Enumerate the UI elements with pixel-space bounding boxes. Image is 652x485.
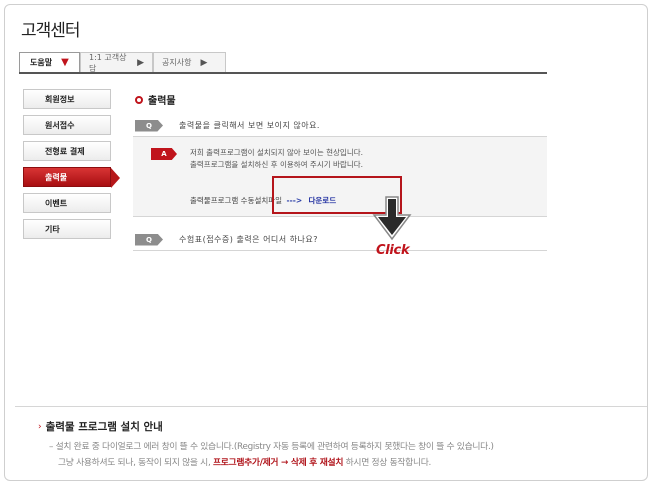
sidebar-item-label: 회원정보 bbox=[45, 94, 75, 104]
sidebar-item-label: 기타 bbox=[45, 224, 60, 234]
faq-question-row[interactable]: Q 수험표(접수증) 출력은 어디서 하나요? bbox=[133, 229, 547, 251]
tab-help-label: 도움말 bbox=[30, 58, 53, 67]
caret-down-icon: ▼ bbox=[61, 57, 69, 68]
sidebar-item-printout[interactable]: 출력물 bbox=[23, 167, 120, 188]
caret-right-icon: ▶ bbox=[200, 57, 208, 68]
tab-notice-label: 공지사항 bbox=[162, 58, 192, 67]
notice-title: › 출력물 프로그램 설치 안내 bbox=[38, 419, 163, 434]
pointer-arrow-icon bbox=[372, 196, 412, 241]
sidebar-item-label: 출력물 bbox=[45, 172, 68, 182]
sidebar-item-application[interactable]: 원서접수 bbox=[23, 115, 111, 135]
sidebar-item-event[interactable]: 이벤트 bbox=[23, 193, 111, 213]
faq-question-row[interactable]: Q 출력물을 클릭해서 보면 보이지 않아요. bbox=[133, 115, 547, 137]
sidebar-item-label: 원서접수 bbox=[45, 120, 75, 130]
notice-line-1: – 설치 완료 중 다이얼로그 에러 창이 뜰 수 있습니다.(Registry… bbox=[49, 442, 494, 452]
notice-divider bbox=[15, 406, 647, 407]
faq-answer-text: 저희 출력프로그램이 설치되지 않아 보이는 현상입니다. 출력프로그램을 설치… bbox=[190, 147, 363, 171]
notice-line-2-emphasis: 프로그램추가/제거 → 삭제 후 재설치 bbox=[212, 458, 344, 468]
sidebar-item-etc[interactable]: 기타 bbox=[23, 219, 111, 239]
sidebar-item-label: 전형료 결제 bbox=[45, 146, 85, 156]
question-badge: Q bbox=[135, 233, 163, 246]
content-frame: 고객센터 도움말 ▼ 1:1 고객상담 ▶ 공지사항 ▶ 회원정보 원서접수 전… bbox=[4, 4, 648, 481]
tab-bar: 도움말 ▼ 1:1 고객상담 ▶ 공지사항 ▶ bbox=[19, 52, 226, 73]
click-label: Click bbox=[376, 243, 410, 258]
caret-right-icon: ▶ bbox=[137, 57, 144, 68]
sidebar-item-fee-payment[interactable]: 전형료 결제 bbox=[23, 141, 111, 161]
sidebar-item-label: 이벤트 bbox=[45, 198, 68, 208]
notice-line-2: 그냥 사용하셔도 되나, 동작이 되지 않을 시, 프로그램추가/제거 → 삭제… bbox=[58, 455, 431, 468]
page-title: 고객센터 bbox=[21, 21, 81, 41]
notice-line-2-pre: 그냥 사용하셔도 되나, 동작이 되지 않을 시, bbox=[58, 458, 211, 468]
tab-1on1-label: 1:1 고객상담 bbox=[89, 52, 127, 73]
answer-badge: A bbox=[151, 148, 177, 160]
notice-title-text: 출력물 프로그램 설치 안내 bbox=[45, 421, 163, 433]
section-title: 출력물 bbox=[148, 96, 176, 107]
chevron-right-icon: › bbox=[38, 421, 42, 432]
sidebar: 회원정보 원서접수 전형료 결제 출력물 이벤트 기타 bbox=[23, 89, 120, 245]
faq-question-text: 출력물을 클릭해서 보면 보이지 않아요. bbox=[179, 121, 320, 130]
question-badge: Q bbox=[135, 119, 163, 132]
tab-1on1-consult[interactable]: 1:1 고객상담 ▶ bbox=[80, 52, 153, 73]
answer-line: 저희 출력프로그램이 설치되지 않아 보이는 현상입니다. bbox=[190, 148, 364, 157]
download-description: 출력물프로그램 수동설치파일 bbox=[190, 196, 283, 205]
ring-bullet-icon bbox=[135, 95, 143, 104]
faq-question-text: 수험표(접수증) 출력은 어디서 하나요? bbox=[179, 235, 319, 244]
faq-item: Q 수험표(접수증) 출력은 어디서 하나요? bbox=[133, 229, 547, 251]
tab-notice[interactable]: 공지사항 ▶ bbox=[153, 52, 226, 72]
answer-line: 출력프로그램을 설치하신 후 이용하여 주시기 바랍니다. bbox=[190, 160, 364, 169]
tab-underline bbox=[19, 72, 547, 74]
notice-line-2-post: 하시면 정상 동작합니다. bbox=[345, 458, 432, 468]
sidebar-item-member-info[interactable]: 회원정보 bbox=[23, 89, 111, 109]
section-header: 출력물 bbox=[135, 92, 176, 107]
tab-help[interactable]: 도움말 ▼ bbox=[19, 52, 80, 72]
